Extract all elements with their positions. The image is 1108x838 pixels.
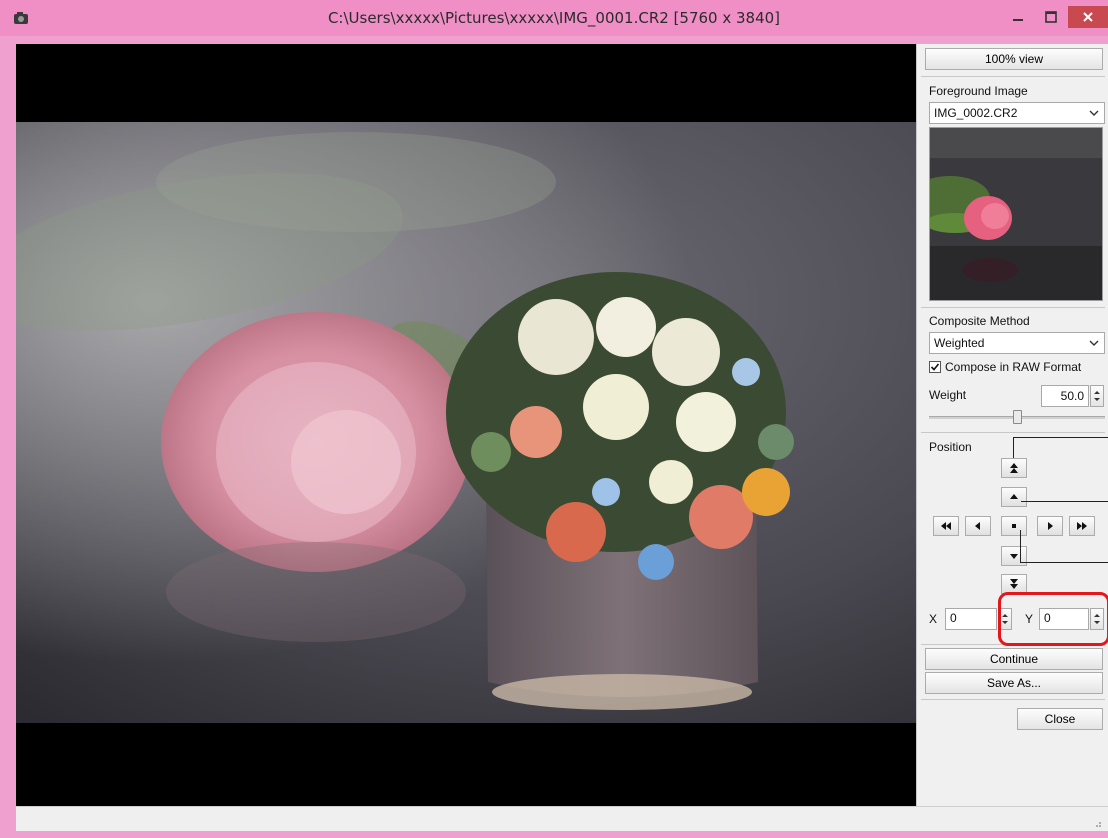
continue-button[interactable]: Continue [925, 648, 1103, 670]
chevron-down-icon [1089, 340, 1099, 346]
foreground-value: IMG_0002.CR2 [934, 106, 1018, 120]
weight-input[interactable]: 50.0 [1041, 385, 1089, 407]
foreground-thumbnail [929, 127, 1103, 301]
composite-method-value: Weighted [934, 336, 985, 350]
divider [921, 432, 1105, 433]
weight-slider[interactable] [929, 410, 1105, 424]
close-button[interactable]: Close [1017, 708, 1103, 730]
callout-line [1020, 562, 1108, 563]
title-bar[interactable]: C:\Users\xxxxx\Pictures\xxxxx\IMG_0001.C… [0, 0, 1108, 36]
callout-line [1013, 437, 1014, 458]
x-input[interactable]: 0 [945, 608, 997, 630]
divider [921, 699, 1105, 700]
double-right-arrow-icon [1077, 522, 1087, 530]
double-left-arrow-icon [941, 522, 951, 530]
move-right-button[interactable] [1037, 516, 1063, 536]
left-arrow-icon [975, 522, 980, 530]
minimize-button[interactable] [1000, 6, 1036, 28]
center-button[interactable] [1001, 516, 1027, 536]
up-arrow-icon [1010, 494, 1018, 499]
raw-format-label: Compose in RAW Format [945, 360, 1082, 374]
callout-line [1021, 501, 1108, 502]
position-label: Position [929, 440, 972, 454]
window-title: C:\Users\xxxxx\Pictures\xxxxx\IMG_0001.C… [327, 9, 781, 27]
move-top-button[interactable] [1001, 458, 1027, 478]
spin-updown-icon [1094, 391, 1100, 401]
double-up-arrow-icon [1010, 463, 1018, 473]
minimize-icon [1013, 19, 1023, 21]
down-arrow-icon [1010, 554, 1018, 559]
checkmark-icon [930, 363, 940, 371]
foreground-label: Foreground Image [929, 84, 1028, 98]
callout-line [1013, 437, 1108, 438]
slider-thumb[interactable] [1013, 410, 1022, 424]
chevron-down-icon [1089, 110, 1099, 116]
callout-line [1020, 530, 1021, 562]
weight-spinner[interactable] [1090, 385, 1104, 407]
double-down-arrow-icon [1010, 579, 1018, 589]
foreground-select[interactable]: IMG_0002.CR2 [929, 102, 1105, 124]
right-arrow-icon [1048, 522, 1053, 530]
image-preview[interactable] [16, 44, 916, 806]
close-window-button[interactable] [1068, 6, 1108, 28]
move-far-left-button[interactable] [933, 516, 959, 536]
app-window: C:\Users\xxxxx\Pictures\xxxxx\IMG_0001.C… [0, 0, 1108, 838]
move-down-button[interactable] [1001, 546, 1027, 566]
center-dot-icon [1012, 524, 1016, 528]
maximize-button[interactable] [1033, 6, 1069, 28]
main-content: 100% view Foreground Image IMG_0002.CR2 [16, 44, 1108, 806]
weight-label: Weight [929, 388, 967, 402]
x-label: X [929, 612, 938, 626]
side-panel: 100% view Foreground Image IMG_0002.CR2 [916, 44, 1108, 806]
xy-highlight-box [998, 592, 1108, 646]
divider [921, 76, 1105, 77]
raw-format-checkbox[interactable] [929, 361, 941, 373]
composite-method-select[interactable]: Weighted [929, 332, 1105, 354]
move-bottom-button[interactable] [1001, 574, 1027, 594]
composite-photo [16, 122, 916, 723]
move-left-button[interactable] [965, 516, 991, 536]
status-bar [16, 806, 1108, 831]
save-as-button[interactable]: Save As... [925, 672, 1103, 694]
move-up-button[interactable] [1001, 487, 1027, 507]
move-far-right-button[interactable] [1069, 516, 1095, 536]
resize-grip-icon[interactable] [1092, 818, 1102, 828]
maximize-icon [1045, 11, 1057, 23]
close-icon [1083, 12, 1093, 22]
composite-method-label: Composite Method [929, 314, 1030, 328]
view-100-button[interactable]: 100% view [925, 48, 1103, 70]
divider [921, 307, 1105, 308]
